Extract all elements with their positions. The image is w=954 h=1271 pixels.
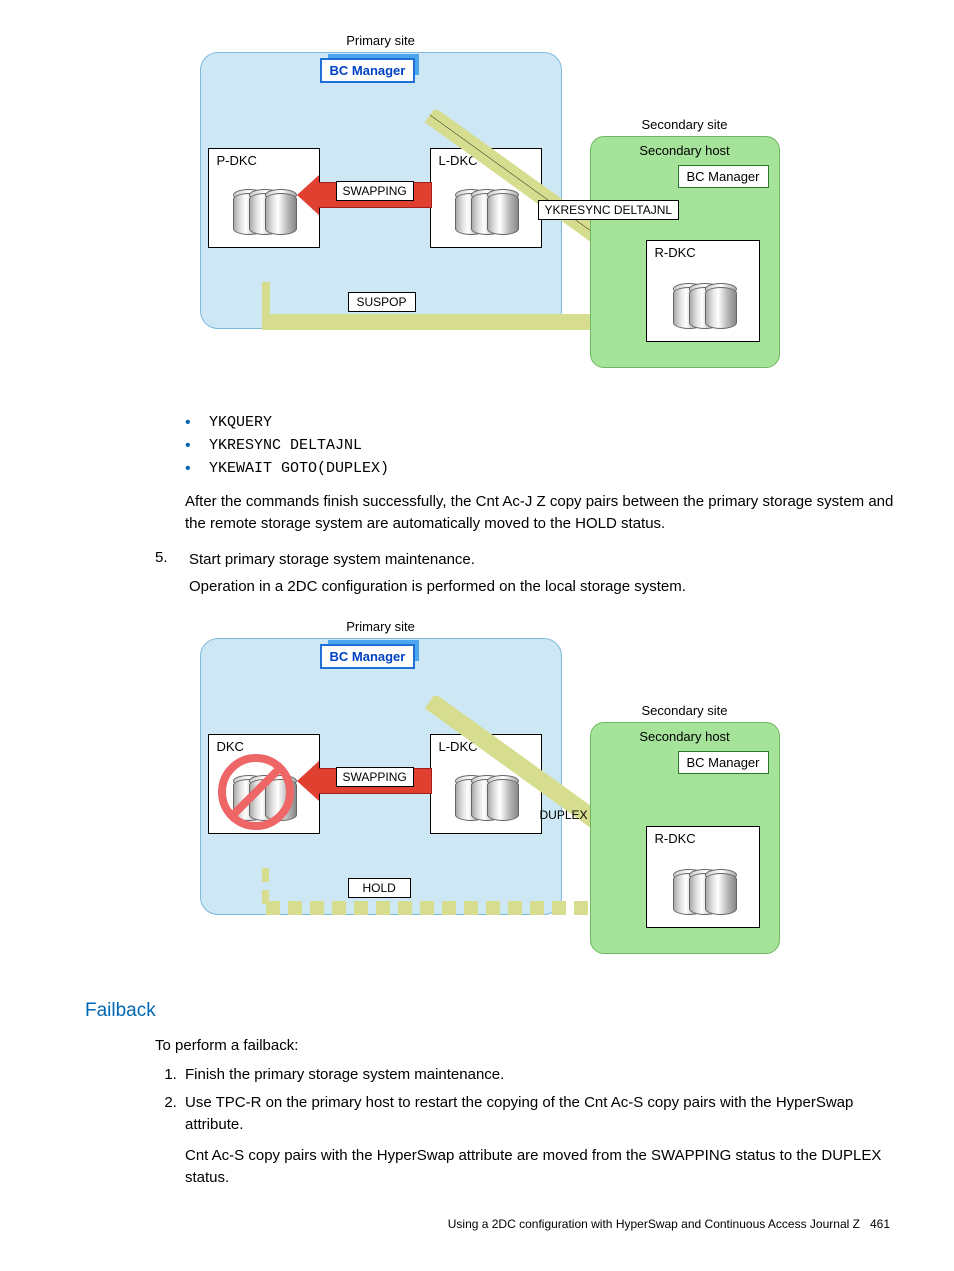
r-dkc-box-2: R-DKC <box>646 826 760 928</box>
bc-manager-primary: BC Manager <box>320 58 416 83</box>
failback-item-2: Use TPC-R on the primary host to restart… <box>181 1092 894 1189</box>
failback-list: Finish the primary storage system mainte… <box>155 1064 894 1189</box>
failback-intro: To perform a failback: <box>155 1037 894 1054</box>
bc-manager-primary-label-2: BC Manager <box>330 649 406 664</box>
swapping-label-2: SWAPPING <box>336 767 414 787</box>
ykresync-deltajnl-label: YKRESYNC DELTAJNL <box>538 200 680 220</box>
failback-heading: Failback <box>85 1000 894 1022</box>
command-list: YKQUERY YKRESYNC DELTAJNL YKEWAIT GOTO(D… <box>185 414 894 477</box>
primary-site-label-2: Primary site <box>201 619 561 634</box>
step-5-line1: Start primary storage system maintenance… <box>189 549 894 571</box>
step-5-number: 5. <box>155 549 189 599</box>
r-dkc-box: R-DKC <box>646 240 760 342</box>
l-dkc-box-2: L-DKC <box>430 734 542 834</box>
diagram-2: Primary site Primary host BC Manager DKC… <box>85 616 894 976</box>
failback-sub: Cnt Ac-S copy pairs with the HyperSwap a… <box>185 1145 894 1189</box>
command-item: YKQUERY <box>185 414 894 431</box>
after-commands-paragraph: After the commands finish successfully, … <box>185 491 894 535</box>
hold-label: HOLD <box>348 878 411 898</box>
secondary-host-label-2: Secondary host <box>591 729 779 744</box>
secondary-site-label: Secondary site <box>591 117 779 132</box>
footer-text: Using a 2DC configuration with HyperSwap… <box>448 1217 860 1231</box>
secondary-site-label-2: Secondary site <box>591 703 779 718</box>
r-dkc-label-2: R-DKC <box>655 831 696 846</box>
step-5: 5. Start primary storage system maintena… <box>85 549 894 599</box>
l-dkc-label: L-DKC <box>439 153 478 168</box>
failback-item-1: Finish the primary storage system mainte… <box>181 1064 894 1086</box>
p-dkc-label: P-DKC <box>217 153 257 168</box>
r-dkc-label: R-DKC <box>655 245 696 260</box>
swapping-label: SWAPPING <box>336 181 414 201</box>
page-number: 461 <box>870 1217 890 1231</box>
primary-site-label: Primary site <box>201 33 561 48</box>
bc-manager-primary-label: BC Manager <box>330 63 406 78</box>
bc-manager-primary-2: BC Manager <box>320 644 416 669</box>
duplex-label: DUPLEX <box>540 808 588 822</box>
command-item: YKEWAIT GOTO(DUPLEX) <box>185 460 894 477</box>
page-footer: Using a 2DC configuration with HyperSwap… <box>85 1217 894 1231</box>
failback-item-2-text: Use TPC-R on the primary host to restart… <box>185 1094 853 1133</box>
bc-manager-secondary-2: BC Manager <box>678 751 769 774</box>
command-item: YKRESYNC DELTAJNL <box>185 437 894 454</box>
secondary-host-label: Secondary host <box>591 143 779 158</box>
diagram-1: Primary site Primary host BC Manager P-D… <box>85 30 894 390</box>
suspop-label: SUSPOP <box>348 292 416 312</box>
bc-manager-secondary: BC Manager <box>678 165 769 188</box>
step-5-line2: Operation in a 2DC configuration is perf… <box>189 576 894 598</box>
l-dkc-box: L-DKC <box>430 148 542 248</box>
p-dkc-label-2: DKC <box>217 739 244 754</box>
l-dkc-label-2: L-DKC <box>439 739 478 754</box>
